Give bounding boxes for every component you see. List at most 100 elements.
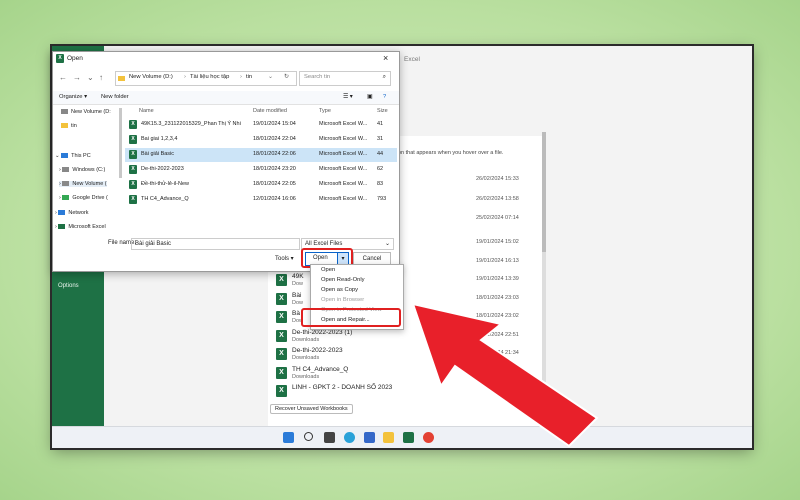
up-icon[interactable]: ↑ <box>99 73 103 82</box>
file-explorer-icon[interactable] <box>383 432 394 443</box>
close-icon[interactable]: × <box>383 53 388 63</box>
file-row[interactable]: X Đề-thi-thử-lẻ-il-New 18/01/2024 22:05 Mic… <box>125 178 397 192</box>
recent-file-date: 19/01/2024 15:02 <box>476 239 519 245</box>
scroll-thumb[interactable] <box>542 132 546 252</box>
nav-item[interactable]: › Network <box>55 210 89 216</box>
file-row[interactable]: X De-thi-2022-2023 18/01/2024 23:20 Microso… <box>125 163 397 177</box>
col-date[interactable]: Date modified <box>253 108 287 114</box>
new-folder-button[interactable]: New folder <box>101 94 129 100</box>
file-date: 18/01/2024 22:05 <box>253 181 296 187</box>
view-icon[interactable]: ☰ ▾ <box>343 94 353 100</box>
nav-scrollbar[interactable] <box>119 108 122 178</box>
file-row[interactable]: X TH C4_Advance_Q 12/01/2024 16:06 Microsof… <box>125 193 397 207</box>
file-name: Bài giải Basic <box>141 151 175 157</box>
open-and-repair-highlight <box>301 308 401 327</box>
nav-item[interactable]: New Volume (D: <box>61 109 111 115</box>
file-name-input[interactable]: Bài giải Basic <box>131 238 300 250</box>
menu-item[interactable]: Open <box>321 267 335 273</box>
excel-file-icon: X <box>276 292 287 305</box>
excel-file-icon: X <box>276 329 287 342</box>
file-size: 83 <box>377 181 384 187</box>
store-icon[interactable] <box>364 432 375 443</box>
nav-item[interactable]: › Windows (C:) <box>59 167 105 173</box>
edge-icon[interactable] <box>344 432 355 443</box>
navigation-pane: New Volume (D: tin ⌄ This PC › Windows (… <box>53 105 121 233</box>
file-row[interactable]: X Bài giải Basic 18/01/2024 22:06 Microsoft… <box>125 148 397 162</box>
search-icon: ⌕ <box>382 74 386 80</box>
recent-file-location: Downloads <box>292 373 320 380</box>
file-size: 44 <box>377 151 384 157</box>
file-size: 793 <box>377 196 387 202</box>
file-type: Microsoft Excel W... <box>319 181 368 187</box>
excel-app-icon: X <box>56 54 64 63</box>
search-icon[interactable] <box>304 432 313 441</box>
start-icon[interactable] <box>283 432 294 443</box>
forward-icon[interactable]: → <box>73 73 81 82</box>
recent-file-location: Dow <box>292 299 304 306</box>
app-title: Excel <box>404 56 420 63</box>
nav-item[interactable]: › Google Drive ( <box>59 195 108 201</box>
file-size: 31 <box>377 136 384 142</box>
col-name[interactable]: Name <box>139 108 154 114</box>
excel-file-icon: X <box>276 311 287 323</box>
back-icon[interactable]: ← <box>59 73 67 82</box>
crumb[interactable]: Tài liệu học tập <box>190 74 229 80</box>
file-size: 41 <box>377 121 384 127</box>
recent-file-date: 19/01/2024 16:13 <box>476 257 519 264</box>
hint-text: icon that appears when you hover over a … <box>394 150 504 156</box>
tools-button[interactable]: Tools ▾ <box>275 255 294 262</box>
preview-pane-icon[interactable]: ▣ <box>367 94 372 100</box>
col-size[interactable]: Size <box>377 108 388 114</box>
file-name: Đề-thi-thử-lẻ-il-New <box>141 181 189 187</box>
excel-file-icon: X <box>129 150 137 159</box>
file-type: Microsoft Excel W... <box>319 136 368 142</box>
excel-file-icon: X <box>276 274 287 286</box>
column-header: Name Date modified Type Size <box>125 106 399 116</box>
recent-date: 26/02/2024 15:33 <box>476 176 519 182</box>
file-size: 62 <box>377 166 384 172</box>
recent-file-name: De-thi-2022-2023 <box>292 347 343 354</box>
menu-item[interactable]: Open Read-Only <box>321 277 365 283</box>
folder-icon <box>118 76 125 81</box>
recent-date: 26/02/2024 13:58 <box>476 196 519 202</box>
file-row[interactable]: X Bai giai 1,2,3,4 18/01/2024 22:04 Microso… <box>125 133 397 147</box>
nav-item[interactable]: › New Volume ( <box>59 181 107 187</box>
help-icon[interactable]: ? <box>383 94 386 100</box>
file-type: Microsoft Excel W... <box>319 121 368 127</box>
search-input[interactable]: Search tin ⌕ <box>299 71 391 86</box>
recent-file-location: Downloads <box>292 336 320 343</box>
file-type: Microsoft Excel W... <box>319 166 368 172</box>
excel-file-icon: X <box>129 180 137 189</box>
file-date: 12/01/2024 16:06 <box>253 196 296 202</box>
recent-date: 25/02/2024 07:14 <box>476 215 519 221</box>
file-name: 49K15.3_231122015329_Phan Thị Ý Nhi <box>141 121 241 127</box>
excel-file-icon: X <box>129 120 137 129</box>
col-type[interactable]: Type <box>319 108 331 114</box>
file-row[interactable]: X 49K15.3_231122015329_Phan Thị Ý Nhi 19/0… <box>125 118 397 132</box>
taskbar <box>52 426 752 448</box>
file-type: Microsoft Excel W... <box>319 196 368 202</box>
nav-item[interactable]: ⌄ This PC <box>55 153 91 159</box>
nav-item[interactable]: › Microsoft Excel <box>55 224 106 230</box>
sidebar-options[interactable]: Options <box>58 283 79 289</box>
task-view-icon[interactable] <box>324 432 335 443</box>
recent-file-name: TH C4_Advance_Q <box>292 365 349 373</box>
organize-button[interactable]: Organize ▾ <box>59 94 87 100</box>
file-type: Microsoft Excel W... <box>319 151 368 157</box>
crumb[interactable]: New Volume (D:) <box>129 74 173 80</box>
menu-item[interactable]: Open as Copy <box>321 287 358 293</box>
recent-file-name: Bài <box>292 291 302 299</box>
recover-unsaved-button[interactable]: Recover Unsaved Workbooks <box>270 404 353 414</box>
file-name: Bai giai 1,2,3,4 <box>141 136 178 142</box>
refresh-icon[interactable]: ↻ <box>284 74 289 80</box>
crumb[interactable]: tin <box>246 74 252 80</box>
recent-file-name: Bà <box>292 310 300 317</box>
chevron-down-icon[interactable]: ⌄ <box>87 73 94 82</box>
file-date: 18/01/2024 22:04 <box>253 136 296 142</box>
dialog-titlebar: X Open × <box>53 52 399 66</box>
excel-file-icon: X <box>129 165 137 174</box>
nav-item[interactable]: tin <box>61 123 77 129</box>
file-name: De-thi-2022-2023 <box>141 166 184 172</box>
address-bar[interactable]: New Volume (D:) › Tài liệu học tập › tin… <box>115 71 297 86</box>
recent-file-date: 19/01/2024 13:39 <box>476 276 519 282</box>
